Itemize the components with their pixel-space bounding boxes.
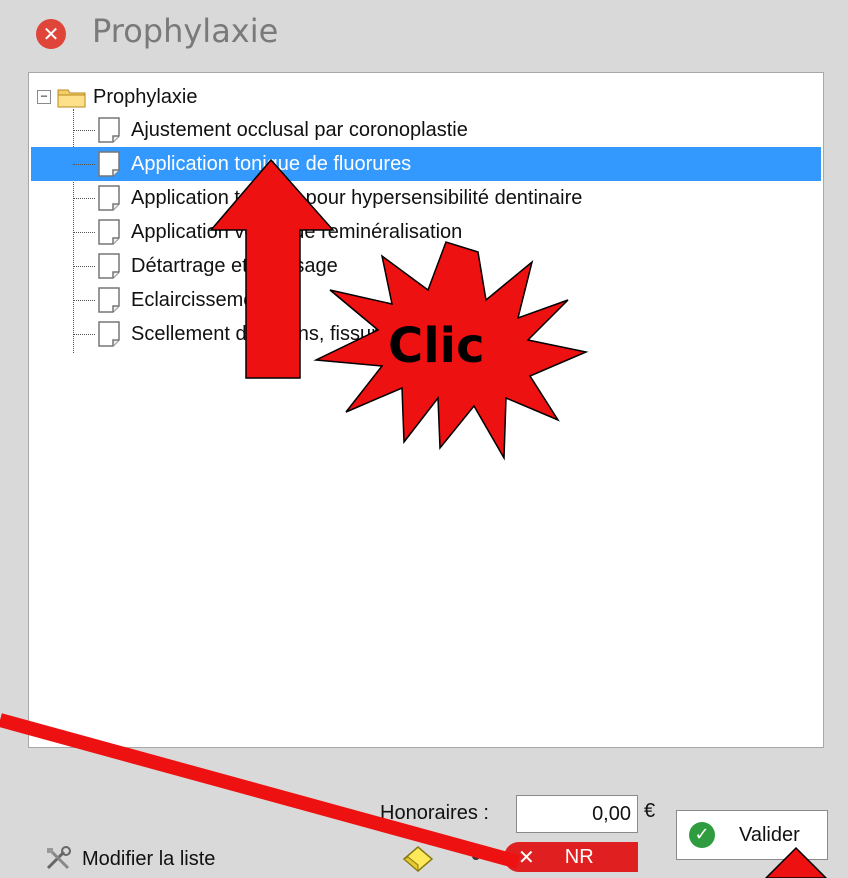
document-icon: [98, 253, 120, 279]
document-icon: [98, 117, 120, 143]
close-icon: ✕: [518, 845, 535, 869]
currency-label: €: [644, 800, 656, 822]
tree-root-label: Prophylaxie: [93, 85, 198, 108]
honoraires-label: Honoraires :: [380, 802, 489, 824]
collapse-icon[interactable]: −: [37, 90, 51, 104]
honoraires-input[interactable]: 0,00: [516, 795, 638, 833]
document-icon: [98, 151, 120, 177]
tree-item-label: Application vernis de reminéralisation: [131, 220, 463, 243]
tree-item-label: Scellement de sillons, fissures: [131, 322, 399, 345]
prophylaxie-dialog: ✕ Prophylaxie − Prophylaxie Ajustement o…: [0, 0, 848, 878]
check-icon: ✓: [689, 822, 715, 848]
eraser-icon[interactable]: [400, 843, 436, 873]
tree-connector: [73, 197, 95, 199]
folder-icon: [57, 89, 86, 108]
tools-icon: [46, 846, 71, 870]
close-icon[interactable]: ✕: [36, 19, 66, 49]
tree-connector: [73, 129, 95, 131]
annotation-clic-text: Clic: [388, 318, 485, 374]
tree-connector: [73, 299, 95, 301]
modify-list-label: Modifier la liste: [82, 847, 216, 870]
nr-badge[interactable]: ✕ NR: [504, 842, 638, 872]
tree-item-label: Détartrage et polissage: [131, 254, 338, 277]
treeview[interactable]: − Prophylaxie Ajustement occlusal par co…: [28, 72, 824, 748]
tree-item[interactable]: Ajustement occlusal par coronoplastie: [73, 113, 821, 147]
nr-label: NR: [564, 845, 594, 868]
tree-connector: [73, 333, 95, 335]
tree-item-label: Eclaircissement: [131, 288, 272, 311]
document-icon: [98, 287, 120, 313]
window-title: Prophylaxie: [92, 12, 279, 50]
document-icon: [98, 185, 120, 211]
tree-item-selected[interactable]: Application tonique de fluorures: [31, 147, 821, 181]
tree-connector: [73, 265, 95, 267]
status-dot: [472, 852, 480, 860]
tree-item[interactable]: Eclaircissement: [73, 283, 821, 317]
tree-connector: [73, 231, 95, 233]
tree-item[interactable]: Application vernis de reminéralisation: [73, 215, 821, 249]
modify-list-button[interactable]: Modifier la liste: [44, 846, 215, 872]
tree-root[interactable]: − Prophylaxie: [37, 83, 198, 111]
document-icon: [98, 321, 120, 347]
tree-item[interactable]: Application topique pour hypersensibilit…: [73, 181, 821, 215]
tree-item-label: Application tonique de fluorures: [131, 152, 412, 175]
tree-item[interactable]: Détartrage et polissage: [73, 249, 821, 283]
tree-item-label: Ajustement occlusal par coronoplastie: [131, 118, 468, 141]
title-bar: ✕ Prophylaxie: [0, 0, 848, 68]
tree-connector: [73, 163, 95, 165]
tree-item-label: Application topique pour hypersensibilit…: [131, 186, 583, 209]
validate-button[interactable]: ✓ Valider: [676, 810, 828, 860]
validate-label: Valider: [739, 823, 800, 846]
document-icon: [98, 219, 120, 245]
